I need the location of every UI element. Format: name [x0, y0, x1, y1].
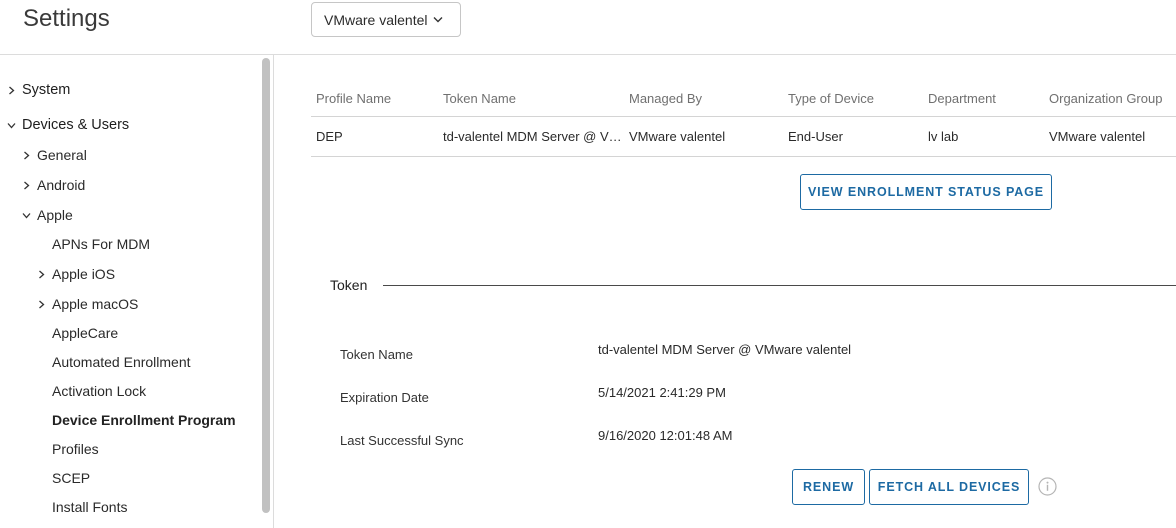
- sidebar-item-label: Apple: [37, 207, 73, 223]
- column-header-managed-by[interactable]: Managed By: [629, 91, 702, 106]
- sidebar-item-scep[interactable]: SCEP: [52, 470, 90, 486]
- cell-organization-group: VMware valentel: [1049, 129, 1146, 144]
- chevron-down-icon: [20, 209, 32, 221]
- sidebar-item-label: APNs For MDM: [52, 236, 150, 252]
- last-successful-sync-label: Last Successful Sync: [340, 433, 464, 448]
- cell-type-of-device: End-User: [788, 129, 843, 144]
- cell-token-name: td-valentel MDM Server @ VMware valentel: [443, 129, 625, 144]
- sidebar-item-apple-macos[interactable]: Apple macOS: [35, 296, 138, 312]
- chevron-right-icon: [20, 179, 32, 191]
- sidebar-item-apple[interactable]: Apple: [20, 207, 73, 223]
- table-row[interactable]: DEP td-valentel MDM Server @ VMware vale…: [311, 117, 1176, 157]
- column-header-department[interactable]: Department: [928, 91, 996, 106]
- section-divider: [383, 285, 1176, 286]
- renew-button[interactable]: RENEW: [792, 469, 865, 505]
- column-header-organization-group[interactable]: Organization Group: [1049, 91, 1162, 106]
- chevron-right-icon: [20, 149, 32, 161]
- sidebar-item-install-fonts[interactable]: Install Fonts: [52, 499, 127, 515]
- sidebar-item-label: Android: [37, 177, 86, 193]
- sidebar-item-label: Profiles: [52, 441, 99, 457]
- sidebar-item-android[interactable]: Android: [20, 177, 85, 193]
- sidebar-item-label: Apple iOS: [52, 266, 116, 282]
- chevron-right-icon: [35, 268, 47, 280]
- fetch-all-devices-button[interactable]: FETCH ALL DEVICES: [869, 469, 1029, 505]
- sidebar-item-label: General: [37, 147, 87, 163]
- chevron-down-icon: [433, 17, 442, 23]
- table-header: Profile Name Token Name Managed By Type …: [311, 80, 1176, 117]
- sidebar-item-profiles[interactable]: Profiles: [52, 441, 99, 457]
- sidebar-item-general[interactable]: General: [20, 147, 87, 163]
- sidebar-item-device-enrollment-program[interactable]: Device Enrollment Program: [52, 412, 236, 428]
- sidebar-item-label: Device Enrollment Program: [52, 412, 236, 428]
- sidebar-item-apple-ios[interactable]: Apple iOS: [35, 266, 115, 282]
- column-header-type-of-device[interactable]: Type of Device: [788, 91, 874, 106]
- chevron-down-icon: [5, 119, 17, 131]
- last-successful-sync-value: 9/16/2020 12:01:48 AM: [598, 428, 733, 443]
- view-enrollment-status-button[interactable]: VIEW ENROLLMENT STATUS PAGE: [800, 174, 1052, 210]
- sidebar-item-label: Apple macOS: [52, 296, 139, 312]
- sidebar-item-applecare[interactable]: AppleCare: [52, 325, 118, 341]
- expiration-date-value: 5/14/2021 2:41:29 PM: [598, 385, 726, 400]
- info-icon[interactable]: [1038, 477, 1057, 496]
- sidebar-item-system[interactable]: System: [5, 82, 70, 98]
- token-section-title: Token: [330, 277, 368, 293]
- token-name-value: td-valentel MDM Server @ VMware valentel: [598, 342, 852, 357]
- cell-managed-by: VMware valentel: [629, 129, 726, 144]
- sidebar-item-label: Automated Enrollment: [52, 354, 191, 370]
- sidebar-item-apns-for-mdm[interactable]: APNs For MDM: [52, 236, 150, 252]
- sidebar-item-label: Install Fonts: [52, 499, 128, 515]
- sidebar-item-label: SCEP: [52, 470, 91, 486]
- cell-profile-name: DEP: [316, 129, 343, 144]
- sidebar-item-label: AppleCare: [52, 325, 119, 341]
- settings-sidebar: System Devices & Users General Android A…: [0, 55, 274, 528]
- organization-group-value: VMware valentel: [324, 11, 428, 28]
- chevron-right-icon: [35, 298, 47, 310]
- sidebar-item-automated-enrollment[interactable]: Automated Enrollment: [52, 354, 191, 370]
- page-title: Settings: [23, 5, 110, 32]
- sidebar-item-label: System: [22, 82, 71, 98]
- chevron-right-icon: [5, 84, 17, 96]
- sidebar-item-label: Activation Lock: [52, 383, 147, 399]
- sidebar-scrollbar-thumb[interactable]: [262, 58, 270, 513]
- token-name-label: Token Name: [340, 347, 413, 362]
- sidebar-item-devices-users[interactable]: Devices & Users: [5, 117, 129, 133]
- sidebar-item-activation-lock[interactable]: Activation Lock: [52, 383, 146, 399]
- column-header-token-name[interactable]: Token Name: [443, 91, 516, 106]
- organization-group-dropdown[interactable]: VMware valentel: [311, 2, 461, 37]
- sidebar-item-label: Devices & Users: [22, 117, 130, 133]
- expiration-date-label: Expiration Date: [340, 390, 429, 405]
- column-header-profile-name[interactable]: Profile Name: [316, 91, 391, 106]
- cell-department: lv lab: [928, 129, 959, 144]
